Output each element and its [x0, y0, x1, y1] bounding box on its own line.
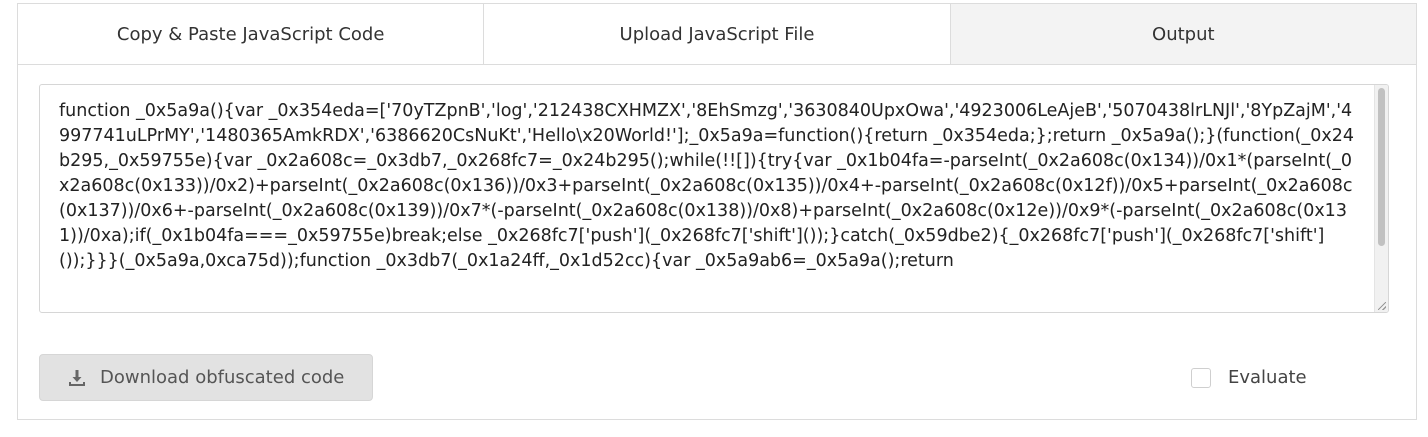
tab-bar: Copy & Paste JavaScript Code Upload Java… [18, 4, 1416, 65]
download-obfuscated-code-button[interactable]: Download obfuscated code [39, 354, 373, 401]
evaluate-label: Evaluate [1228, 367, 1307, 388]
tab-output[interactable]: Output [950, 4, 1416, 64]
scrollbar-thumb[interactable] [1378, 88, 1385, 246]
download-button-label: Download obfuscated code [100, 367, 345, 388]
evaluate-checkbox[interactable] [1191, 367, 1211, 388]
evaluate-toggle[interactable]: Evaluate [1191, 367, 1307, 388]
output-code-text: function _0x5a9a(){var _0x354eda=['70yTZ… [59, 101, 1355, 271]
output-code-textarea[interactable]: function _0x5a9a(){var _0x354eda=['70yTZ… [39, 84, 1389, 313]
output-panel: Copy & Paste JavaScript Code Upload Java… [17, 3, 1417, 420]
resize-handle-icon[interactable] [1378, 302, 1386, 310]
download-icon [68, 369, 86, 387]
vertical-scrollbar[interactable] [1374, 85, 1388, 312]
tab-copy-paste[interactable]: Copy & Paste JavaScript Code [18, 4, 485, 64]
tab-upload-file[interactable]: Upload JavaScript File [484, 4, 951, 64]
